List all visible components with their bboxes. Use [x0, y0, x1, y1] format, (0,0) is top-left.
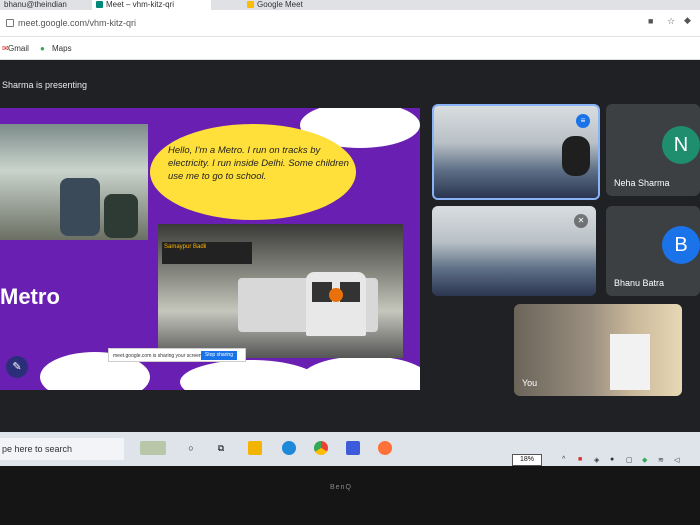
pen-icon[interactable]: ✎ [6, 356, 28, 378]
train-front [306, 272, 366, 336]
weather-icon[interactable] [140, 441, 166, 455]
camera-icon[interactable]: ■ [648, 16, 653, 26]
battery-indicator[interactable]: 18% [512, 454, 542, 466]
address-bar[interactable]: meet.google.com/vhm-kitz-qri ■ ☆ ◆ [0, 10, 700, 37]
screen: bhanu@theindian Meet – vhm-kitz-qri Goog… [0, 0, 700, 490]
tab-email[interactable]: bhanu@theindian [0, 0, 90, 10]
tray-app-icon[interactable]: ▢ [626, 456, 633, 464]
share-notice-text: meet.google.com is sharing your screen [113, 353, 202, 359]
app-icon[interactable] [346, 441, 360, 455]
tray-app-icon[interactable]: ● [610, 456, 614, 463]
tab-google-meet[interactable]: Google Meet [243, 0, 357, 10]
lock-icon [6, 19, 14, 27]
participant-tile-you[interactable]: You [514, 304, 682, 396]
meet-stage: Sharma is presenting Hello, I'm a Metro.… [0, 60, 700, 478]
participant-tile-bhanu[interactable]: B Bhanu Batra [606, 206, 700, 296]
tray-app-icon[interactable]: ◆ [642, 456, 647, 464]
bookmark-maps[interactable]: Maps [52, 44, 72, 53]
tray-app-icon[interactable]: ◈ [594, 456, 599, 464]
speaking-icon: ≡ [576, 114, 590, 128]
participant-tile-classroom[interactable]: ✕ [432, 206, 596, 296]
task-view-icon[interactable]: ⧉ [214, 441, 228, 455]
tab-label: bhanu@theindian [4, 0, 67, 9]
station-sign: Samaypur Badli [162, 242, 252, 264]
metro-station-photo: Samaypur Badli [158, 224, 403, 358]
meet-icon [96, 1, 103, 9]
windows-taskbar: pe here to search ○ ⧉ 18% ^ ■ ◈ ● ▢ ◆ ≋ … [0, 432, 700, 466]
taskbar-search-input[interactable]: pe here to search [0, 438, 124, 460]
tray-app-icon[interactable]: ■ [578, 456, 582, 463]
tab-meet[interactable]: Meet – vhm-kitz-qri [92, 0, 211, 10]
cortana-icon[interactable]: ○ [184, 441, 198, 455]
metro-interior-photo [0, 124, 148, 240]
extension-icon[interactable]: ◆ [684, 15, 691, 26]
participant-name: Bhanu Batra [614, 278, 665, 288]
station-sign-text: Samaypur Badli [164, 244, 207, 250]
browser-tab-bar: bhanu@theindian Meet – vhm-kitz-qri Goog… [0, 0, 700, 10]
file-explorer-icon[interactable] [248, 441, 262, 455]
firefox-icon[interactable] [378, 441, 392, 455]
tray-chevron-icon[interactable]: ^ [562, 456, 565, 463]
tab-label: Google Meet [257, 0, 303, 9]
meet-icon [247, 1, 254, 9]
volume-icon[interactable]: ◁ [674, 456, 679, 464]
slide-title: Metro [0, 284, 60, 309]
presenting-label: Sharma is presenting [2, 80, 88, 90]
cloud-decoration [180, 360, 320, 390]
share-notice-bar: meet.google.com is sharing your screen S… [108, 348, 246, 362]
speech-bubble-text: Hello, I'm a Metro. I run on tracks by e… [168, 145, 349, 182]
participant-name: You [522, 378, 538, 388]
monitor-brand: BenQ [330, 484, 352, 491]
avatar: N [662, 126, 700, 164]
participant-tile-speaking[interactable]: ≡ [432, 104, 600, 200]
mic-off-icon: ✕ [574, 214, 588, 228]
wifi-icon[interactable]: ≋ [658, 456, 664, 464]
participant-name: Neha Sharma [614, 178, 670, 188]
avatar: B [662, 226, 700, 264]
monitor-bezel: BenQ [0, 466, 700, 525]
cloud-decoration [300, 356, 420, 390]
stop-sharing-button[interactable]: Stop sharing [200, 351, 237, 360]
participant-tile-neha[interactable]: N Neha Sharma [606, 104, 700, 196]
url-text: meet.google.com/vhm-kitz-qri [18, 18, 137, 28]
presentation-slide: Hello, I'm a Metro. I run on tracks by e… [0, 108, 420, 390]
bookmark-gmail[interactable]: Gmail [8, 44, 29, 53]
self-video [514, 304, 682, 396]
star-icon[interactable]: ☆ [667, 16, 675, 27]
edge-icon[interactable] [282, 441, 296, 455]
maps-icon: ● [40, 44, 45, 53]
bookmarks-bar: ✉ Gmail ● Maps [0, 37, 700, 60]
chrome-icon[interactable] [314, 441, 328, 455]
tab-label: Meet – vhm-kitz-qri [106, 0, 175, 9]
classroom-video [432, 206, 596, 296]
